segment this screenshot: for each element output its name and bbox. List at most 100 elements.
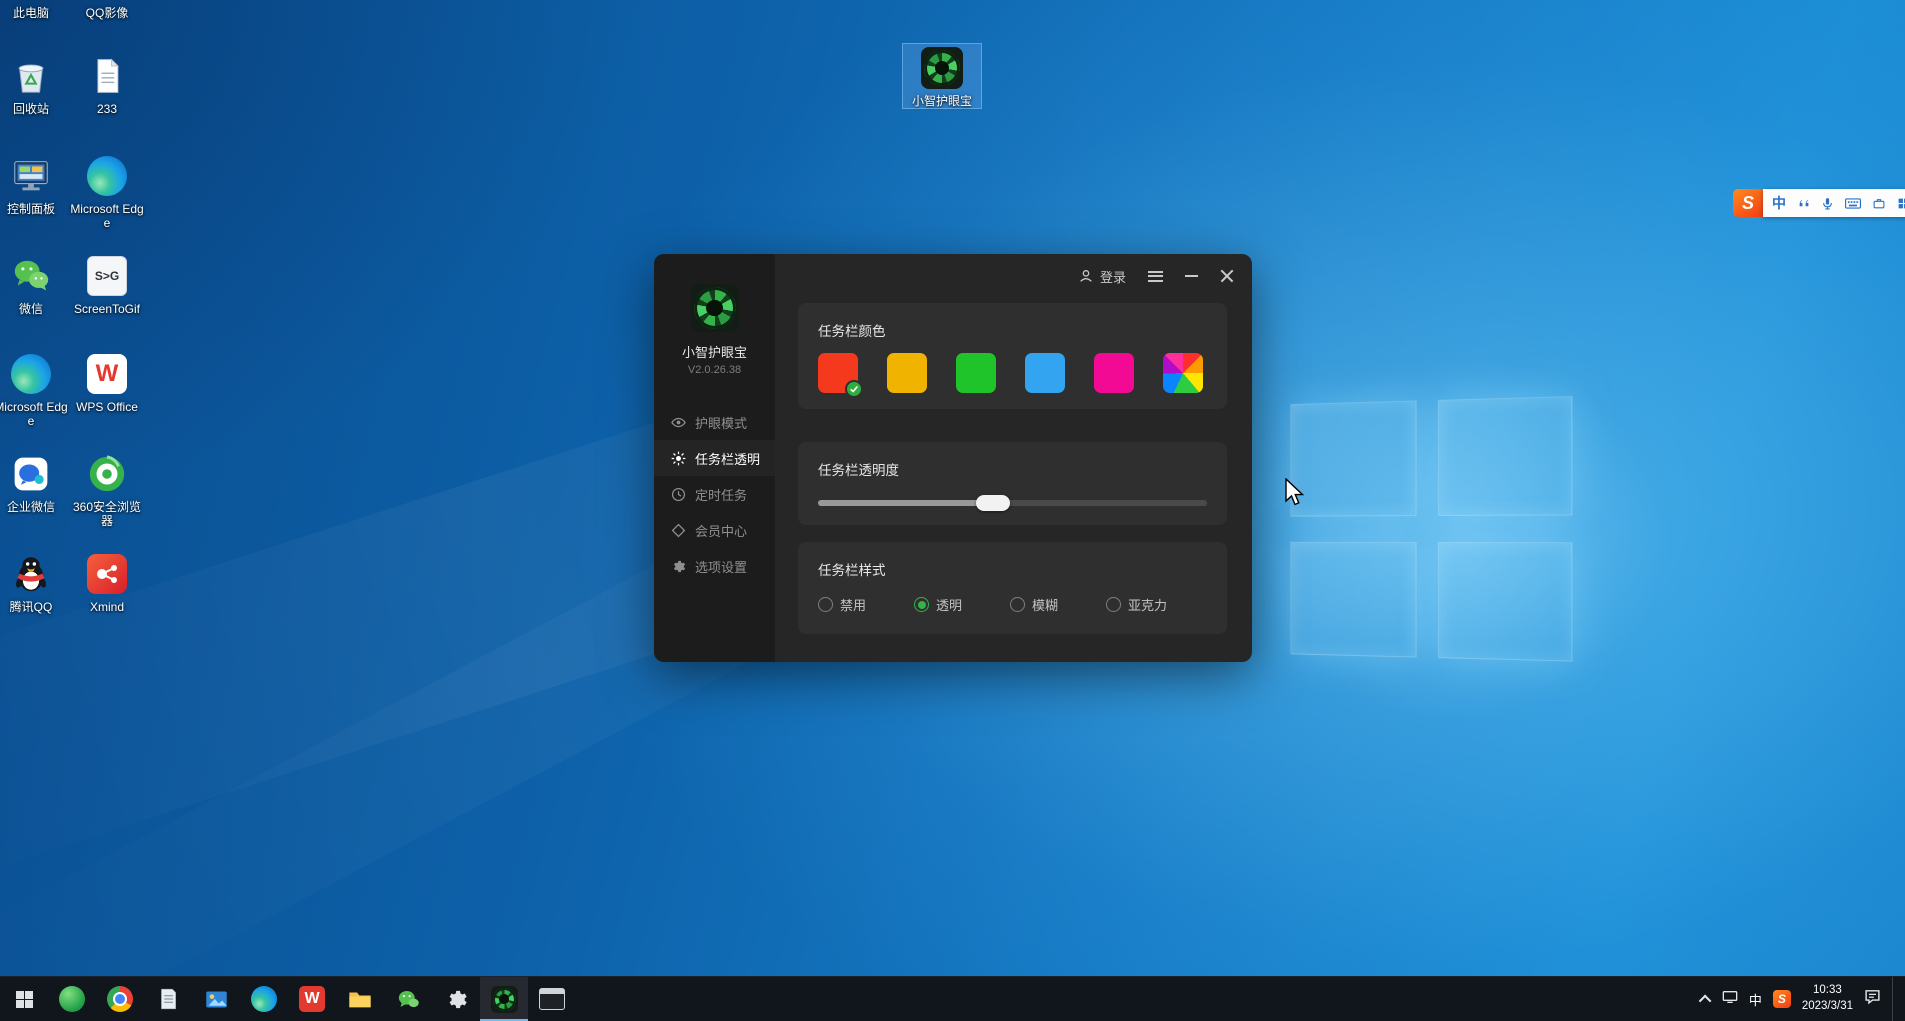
desktop-icon-doc-233[interactable]: 233 (67, 54, 147, 116)
sun-icon (671, 451, 686, 466)
wps-icon: W (299, 986, 325, 1012)
radio-icon-selected[interactable] (914, 597, 929, 612)
desktop-icon-label: Microsoft Edge (67, 202, 147, 230)
360-safe-icon (59, 986, 85, 1012)
taskbar-icon-wechat[interactable] (384, 977, 432, 1021)
windows-logo-pane (1438, 396, 1572, 516)
desktop-icon-label: 233 (67, 102, 147, 116)
toolbox-icon[interactable] (1872, 197, 1886, 210)
show-desktop-button[interactable] (1892, 977, 1897, 1021)
wps-glyph: W (304, 990, 319, 1008)
punctuation-icon[interactable] (1797, 197, 1810, 210)
action-center-icon[interactable] (1864, 988, 1881, 1010)
color-swatch-gold[interactable] (887, 353, 927, 393)
desktop-icon-wecom[interactable]: 企业微信 (0, 452, 71, 514)
system-tray: 中 S 10:33 2023/3/31 (1702, 977, 1905, 1021)
radio-option-disabled[interactable]: 禁用 (818, 595, 866, 614)
desktop-icon-label: 360安全浏览器 (67, 500, 147, 528)
taskbar-icon-file-explorer[interactable] (336, 977, 384, 1021)
edge-icon (251, 986, 277, 1012)
radio-label: 透明 (936, 595, 962, 614)
desktop-icon-360-browser[interactable]: 360安全浏览器 (67, 452, 147, 528)
desktop-icon-screentogif[interactable]: S>G ScreenToGif (67, 254, 147, 316)
desktop-icon-recycle-bin[interactable]: 回收站 (0, 54, 71, 116)
sidebar-item-scheduled-tasks[interactable]: 定时任务 (654, 476, 775, 512)
color-swatch-blue[interactable] (1025, 353, 1065, 393)
app-logo-icon (691, 284, 739, 334)
taskbar-icon-browser[interactable] (96, 977, 144, 1021)
desktop-icon-label: 腾讯QQ (0, 600, 71, 614)
tray-display-icon[interactable] (1722, 990, 1738, 1009)
desktop-icon-qq[interactable]: 腾讯QQ (0, 552, 71, 614)
color-swatch-red[interactable] (818, 353, 858, 393)
desktop-icon-control-panel[interactable]: 控制面板 (0, 154, 71, 216)
sogou-brand-letter: S (1778, 992, 1786, 1006)
radio-icon[interactable] (818, 597, 833, 612)
microphone-icon[interactable] (1821, 197, 1834, 210)
eyeguard-app-window: 小智护眼宝 V2.0.26.38 护眼模式 任务栏透明 定时任务 会员中心 选项… (654, 254, 1252, 662)
slider-track[interactable] (818, 500, 1207, 506)
grid-icon[interactable] (1897, 197, 1905, 210)
windows-logo-wallpaper (1290, 396, 1586, 677)
sidebar-item-member-center[interactable]: 会员中心 (654, 512, 775, 548)
document-icon (85, 54, 129, 98)
screentogif-icon: S>G (85, 254, 129, 298)
taskbar-icon-notepad[interactable] (144, 977, 192, 1021)
app-sidebar: 小智护眼宝 V2.0.26.38 护眼模式 任务栏透明 定时任务 会员中心 选项… (654, 254, 775, 662)
gear-icon (671, 559, 686, 574)
slider-thumb[interactable] (976, 495, 1010, 511)
radio-icon[interactable] (1010, 597, 1025, 612)
desktop-icon-label: Xmind (67, 600, 147, 614)
sidebar-item-label: 会员中心 (695, 521, 747, 540)
color-swatch-green[interactable] (956, 353, 996, 393)
windows-logo-pane (1290, 400, 1416, 516)
taskbar-style-section: 任务栏样式 禁用 透明 模糊 亚克力 (798, 542, 1227, 634)
qq-image-icon (85, 0, 129, 2)
taskbar-icon-photos[interactable] (192, 977, 240, 1021)
taskbar: W 中 S 10:33 2023/3/31 (0, 976, 1905, 1021)
tray-sogou-icon[interactable]: S (1773, 990, 1791, 1008)
desktop-icon-qq-image[interactable]: QQ影像 (67, 0, 147, 20)
radio-option-transparent[interactable]: 透明 (914, 595, 962, 614)
tray-ime-indicator[interactable]: 中 (1749, 990, 1762, 1009)
eyeguard-app-icon (920, 46, 964, 90)
mouse-cursor (1285, 478, 1307, 508)
desktop-icon-eyeguard[interactable]: 小智护眼宝 (903, 44, 981, 108)
gear-icon (445, 988, 468, 1011)
desktop-icon-this-pc[interactable]: 此电脑 (0, 0, 71, 20)
taskbar-icon-edge[interactable] (240, 977, 288, 1021)
sidebar-item-label: 任务栏透明 (695, 449, 760, 468)
radio-label: 模糊 (1032, 595, 1058, 614)
ime-mode-indicator[interactable]: 中 (1772, 193, 1786, 213)
eye-icon (671, 415, 686, 430)
opacity-slider[interactable] (818, 495, 1207, 511)
tray-expand-chevron-icon[interactable] (1699, 994, 1712, 1007)
desktop-icon-wps[interactable]: W WPS Office (67, 352, 147, 414)
radio-option-acrylic[interactable]: 亚克力 (1106, 595, 1167, 614)
desktop-icon-label: 企业微信 (0, 500, 71, 514)
color-swatch-rainbow[interactable] (1163, 353, 1203, 393)
keyboard-icon[interactable] (1845, 197, 1861, 210)
desktop-icon-xmind[interactable]: Xmind (67, 552, 147, 614)
desktop-icon-edge[interactable]: Microsoft Edge (67, 154, 147, 230)
desktop-icon-edge-2[interactable]: Microsoft Edge (0, 352, 71, 428)
color-swatch-magenta[interactable] (1094, 353, 1134, 393)
taskbar-clock[interactable]: 10:33 2023/3/31 (1802, 983, 1853, 1014)
desktop-icon-wechat[interactable]: 微信 (0, 254, 71, 316)
taskbar-opacity-section: 任务栏透明度 (798, 442, 1227, 525)
sidebar-item-options[interactable]: 选项设置 (654, 548, 775, 584)
taskbar-icon-eyeguard[interactable] (480, 977, 528, 1021)
taskbar-icon-settings[interactable] (432, 977, 480, 1021)
sidebar-item-taskbar-transparent[interactable]: 任务栏透明 (654, 440, 775, 476)
radio-icon[interactable] (1106, 597, 1121, 612)
browser-icon (107, 986, 133, 1012)
radio-option-blur[interactable]: 模糊 (1010, 595, 1058, 614)
taskbar-icon-console[interactable] (528, 977, 576, 1021)
start-button[interactable] (0, 977, 48, 1021)
sogou-logo-icon[interactable]: S (1733, 189, 1763, 217)
windows-logo-pane (1438, 542, 1572, 662)
sidebar-item-eye-mode[interactable]: 护眼模式 (654, 404, 775, 440)
taskbar-icon-360safe[interactable] (48, 977, 96, 1021)
taskbar-icon-wps[interactable]: W (288, 977, 336, 1021)
qq-icon (9, 552, 53, 596)
